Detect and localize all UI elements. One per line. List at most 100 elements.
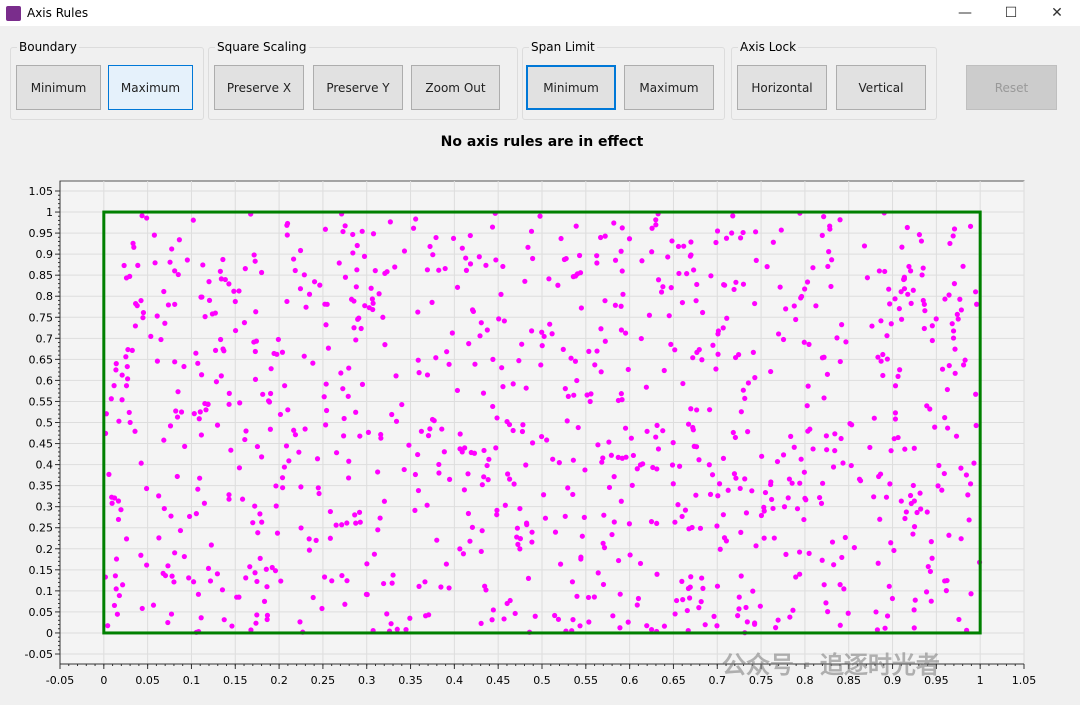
data-point xyxy=(113,586,119,592)
data-point xyxy=(286,458,292,464)
data-point xyxy=(478,548,484,555)
data-point xyxy=(675,243,682,250)
data-point xyxy=(732,434,738,441)
data-point xyxy=(489,617,495,623)
data-point xyxy=(422,579,428,585)
data-point xyxy=(710,342,716,348)
data-point xyxy=(731,286,737,293)
data-point xyxy=(680,380,686,387)
data-point xyxy=(907,492,914,499)
data-point xyxy=(324,301,330,307)
data-point xyxy=(191,411,197,417)
data-point xyxy=(480,390,487,396)
y-tick-label: 0.05 xyxy=(29,606,54,619)
data-point xyxy=(694,349,700,355)
data-point xyxy=(206,279,212,285)
data-point xyxy=(910,287,916,293)
data-point xyxy=(297,619,303,625)
data-point xyxy=(655,446,662,452)
data-point xyxy=(252,348,258,355)
data-point xyxy=(123,354,129,360)
data-point xyxy=(679,578,685,584)
data-point xyxy=(127,273,133,279)
data-point xyxy=(958,536,964,542)
data-point xyxy=(519,341,525,347)
data-point xyxy=(743,510,750,516)
data-point xyxy=(329,578,335,584)
data-point xyxy=(365,429,372,435)
data-point xyxy=(138,297,144,304)
x-tick-label: 0.6 xyxy=(621,674,639,687)
data-point xyxy=(538,362,544,368)
data-point xyxy=(228,447,234,453)
data-point xyxy=(114,611,120,617)
data-point xyxy=(888,540,894,546)
data-point xyxy=(540,492,547,498)
data-point xyxy=(653,217,659,223)
data-point xyxy=(798,456,804,462)
data-point xyxy=(306,547,313,553)
data-point xyxy=(315,485,321,491)
data-point xyxy=(615,557,622,564)
y-tick-label: 0.2 xyxy=(36,543,54,556)
data-point xyxy=(457,431,463,437)
data-point xyxy=(762,489,769,496)
data-point xyxy=(598,369,604,375)
data-point xyxy=(802,286,808,292)
data-point xyxy=(681,243,687,249)
data-point xyxy=(301,272,307,278)
data-point xyxy=(706,462,712,468)
scatter-chart[interactable]: -0.05 0 0.05 0.1 0.15 0.2 0.25 0.3 0.35 0.4 0.45 0.… xyxy=(0,0,1080,705)
data-point xyxy=(929,323,935,329)
data-point xyxy=(126,409,132,416)
data-point xyxy=(461,487,467,493)
data-point xyxy=(891,436,897,442)
data-point xyxy=(434,537,440,543)
y-tick-label: 0.35 xyxy=(29,480,54,493)
data-point xyxy=(821,582,827,588)
data-point xyxy=(660,284,666,290)
data-point xyxy=(362,303,368,309)
data-point xyxy=(269,564,275,571)
data-point xyxy=(198,432,204,438)
data-point xyxy=(886,583,892,589)
data-point xyxy=(654,466,660,472)
data-point xyxy=(476,254,482,260)
data-point xyxy=(354,242,360,249)
data-point xyxy=(797,571,803,577)
data-point xyxy=(529,539,535,545)
data-point xyxy=(217,268,223,274)
data-point xyxy=(226,281,232,287)
data-point xyxy=(801,516,807,523)
data-point xyxy=(466,341,472,347)
data-point xyxy=(252,258,258,264)
data-point xyxy=(465,471,471,477)
data-point xyxy=(819,557,825,563)
data-point xyxy=(523,462,529,468)
data-point xyxy=(113,367,119,373)
data-point xyxy=(353,520,359,526)
data-point xyxy=(670,440,676,446)
data-point xyxy=(446,476,453,482)
data-point xyxy=(837,217,843,223)
data-point xyxy=(685,421,692,427)
data-point xyxy=(955,316,961,322)
data-point xyxy=(430,252,436,258)
data-point xyxy=(229,623,235,629)
y-tick-label: 0.9 xyxy=(36,248,54,261)
data-point xyxy=(735,613,741,619)
data-point xyxy=(297,247,304,254)
data-point xyxy=(186,513,193,520)
data-point xyxy=(803,497,809,503)
data-point xyxy=(699,357,705,363)
data-point xyxy=(556,460,562,466)
data-point xyxy=(418,428,425,434)
data-point xyxy=(805,383,811,389)
x-tick-label: 0.55 xyxy=(574,674,599,687)
data-point xyxy=(467,261,474,267)
data-point xyxy=(935,483,941,489)
data-point xyxy=(952,370,958,376)
y-tick-label: 0.6 xyxy=(36,374,54,387)
data-point xyxy=(203,407,209,413)
data-point xyxy=(359,381,366,387)
